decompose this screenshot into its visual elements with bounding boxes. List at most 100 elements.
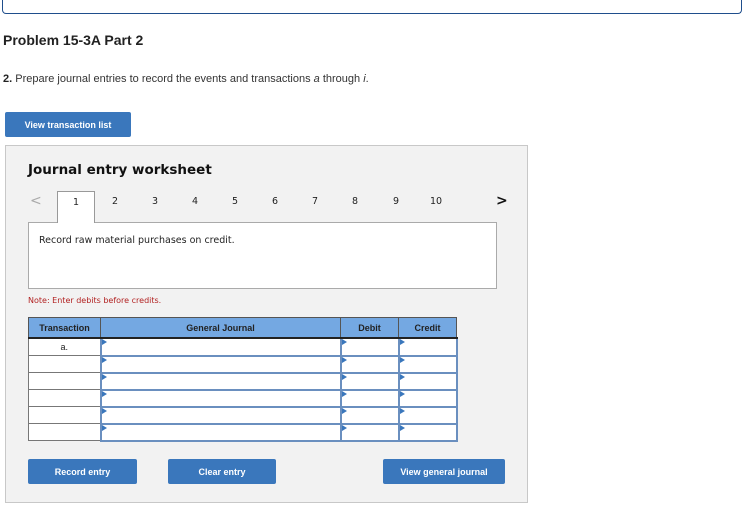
- tab-7[interactable]: 7: [296, 191, 334, 221]
- dropdown-caret-icon: [341, 373, 347, 380]
- journal-row: [28, 371, 458, 391]
- dropdown-caret-icon: [341, 390, 347, 397]
- transaction-description-box: Record raw material purchases on credit.: [28, 222, 497, 289]
- journal-entry-worksheet: Journal entry worksheet < 1 2 3 4 5 6 7 …: [5, 145, 528, 503]
- debit-input-cell: [339, 371, 400, 391]
- journal-row: [28, 422, 458, 442]
- credit-input[interactable]: [399, 373, 456, 389]
- credit-input[interactable]: [399, 424, 456, 440]
- journal-row: a.: [28, 337, 458, 357]
- dropdown-caret-icon: [101, 373, 107, 380]
- credit-input[interactable]: [399, 356, 456, 372]
- debit-input-cell: [339, 422, 400, 442]
- worksheet-tabs: < 1 2 3 4 5 6 7 8 9 10 >: [6, 190, 527, 223]
- account-input[interactable]: [101, 339, 340, 355]
- journal-row: [28, 388, 458, 408]
- header-debit: Debit: [340, 317, 399, 339]
- account-input-cell: [99, 354, 342, 374]
- chevron-right-icon[interactable]: >: [496, 193, 508, 209]
- debit-input[interactable]: [341, 424, 398, 440]
- dropdown-caret-icon: [101, 407, 107, 414]
- journal-row: [28, 405, 458, 425]
- debit-input-cell: [339, 354, 400, 374]
- dropdown-caret-icon: [101, 356, 107, 363]
- tab-3[interactable]: 3: [136, 191, 174, 221]
- account-input-cell: [99, 422, 342, 442]
- instruction-number: 2.: [3, 73, 13, 85]
- credit-input[interactable]: [399, 339, 456, 355]
- journal-table: Transaction General Journal Debit Credit…: [28, 317, 458, 442]
- credit-input-cell: [397, 388, 458, 408]
- debit-input-cell: [339, 337, 400, 357]
- account-input[interactable]: [101, 390, 340, 406]
- view-transaction-list-button[interactable]: View transaction list: [5, 112, 131, 137]
- credit-input[interactable]: [399, 407, 456, 423]
- worksheet-title: Journal entry worksheet: [28, 162, 212, 178]
- dropdown-caret-icon: [341, 407, 347, 414]
- transaction-cell: a.: [28, 337, 101, 356]
- instruction-text: 2. Prepare journal entries to record the…: [3, 73, 369, 85]
- dropdown-caret-icon: [101, 339, 107, 345]
- account-input[interactable]: [101, 356, 340, 372]
- credit-input-cell: [397, 371, 458, 391]
- journal-header-row: Transaction General Journal Debit Credit: [28, 317, 457, 339]
- journal-row: [28, 354, 458, 374]
- top-frame-border: [2, 0, 742, 14]
- transaction-cell: [28, 372, 101, 390]
- dropdown-caret-icon: [341, 339, 347, 345]
- account-input-cell: [99, 405, 342, 425]
- account-input[interactable]: [101, 407, 340, 423]
- debit-input[interactable]: [341, 356, 398, 372]
- instruction-part-1: Prepare journal entries to record the ev…: [12, 73, 314, 85]
- debits-note: Note: Enter debits before credits.: [28, 296, 162, 305]
- tab-1[interactable]: 1: [57, 191, 95, 223]
- transaction-cell: [28, 423, 101, 441]
- debit-input[interactable]: [341, 390, 398, 406]
- tab-8[interactable]: 8: [336, 191, 374, 221]
- debit-input-cell: [339, 405, 400, 425]
- dropdown-caret-icon: [399, 356, 405, 363]
- dropdown-caret-icon: [399, 424, 405, 431]
- tab-4[interactable]: 4: [176, 191, 214, 221]
- chevron-left-icon[interactable]: <: [30, 193, 42, 209]
- transaction-cell: [28, 406, 101, 424]
- credit-input-cell: [397, 354, 458, 374]
- instruction-part-3: .: [365, 73, 369, 85]
- view-general-journal-button[interactable]: View general journal: [383, 459, 505, 484]
- account-input[interactable]: [101, 424, 340, 440]
- debit-input[interactable]: [341, 407, 398, 423]
- clear-entry-button[interactable]: Clear entry: [168, 459, 276, 484]
- tab-10[interactable]: 10: [417, 191, 455, 221]
- debit-input[interactable]: [341, 373, 398, 389]
- instruction-part-2: through: [319, 73, 364, 85]
- header-credit: Credit: [398, 317, 457, 339]
- credit-input-cell: [397, 422, 458, 442]
- problem-title: Problem 15-3A Part 2: [3, 32, 144, 48]
- credit-input[interactable]: [399, 390, 456, 406]
- dropdown-caret-icon: [399, 407, 405, 414]
- account-input-cell: [99, 371, 342, 391]
- record-entry-button[interactable]: Record entry: [28, 459, 137, 484]
- tab-2[interactable]: 2: [96, 191, 134, 221]
- header-transaction: Transaction: [28, 317, 101, 339]
- account-input-cell: [99, 337, 342, 357]
- debit-input-cell: [339, 388, 400, 408]
- account-input[interactable]: [101, 373, 340, 389]
- credit-input-cell: [397, 405, 458, 425]
- dropdown-caret-icon: [341, 356, 347, 363]
- dropdown-caret-icon: [399, 390, 405, 397]
- dropdown-caret-icon: [101, 390, 107, 397]
- transaction-cell: [28, 355, 101, 373]
- tab-6[interactable]: 6: [256, 191, 294, 221]
- dropdown-caret-icon: [399, 373, 405, 380]
- header-general-journal: General Journal: [100, 317, 341, 339]
- dropdown-caret-icon: [399, 339, 405, 345]
- tab-9[interactable]: 9: [377, 191, 415, 221]
- debit-input[interactable]: [341, 339, 398, 355]
- dropdown-caret-icon: [341, 424, 347, 431]
- credit-input-cell: [397, 337, 458, 357]
- account-input-cell: [99, 388, 342, 408]
- tab-5[interactable]: 5: [216, 191, 254, 221]
- transaction-cell: [28, 389, 101, 407]
- dropdown-caret-icon: [101, 424, 107, 431]
